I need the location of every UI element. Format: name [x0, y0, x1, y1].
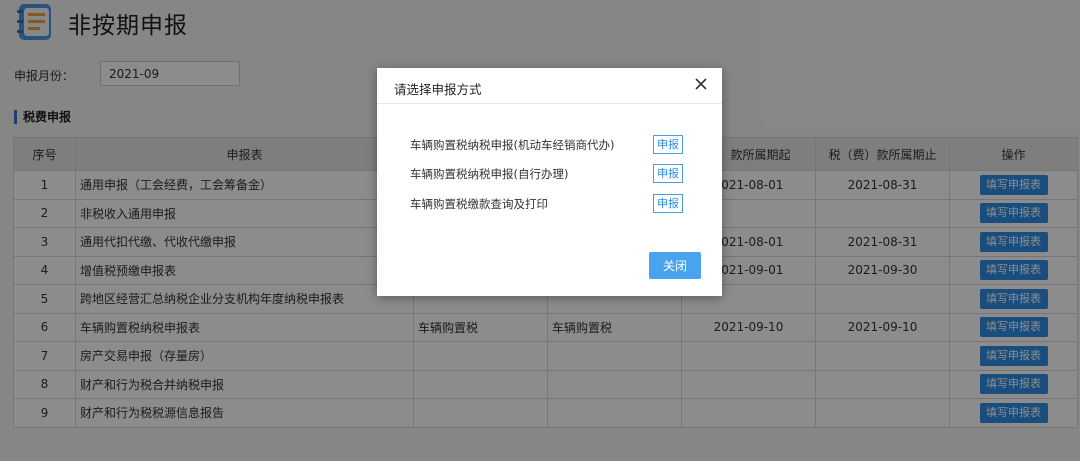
page-root: 非按期申报 申报月份： 税费申报 序号 申报表 费）款所属期起 税（费）款所属期… — [0, 0, 1080, 461]
close-icon[interactable] — [694, 77, 708, 91]
option-label-dealer: 车辆购置税纳税申报(机动车经销商代办) — [410, 138, 615, 152]
option-label-self: 车辆购置税纳税申报(自行办理) — [410, 167, 569, 181]
option-label-query-print: 车辆购置税缴款查询及打印 — [410, 197, 548, 211]
close-dialog-button[interactable]: 关闭 — [649, 252, 701, 279]
declaration-method-dialog: 请选择申报方式 车辆购置税纳税申报(机动车经销商代办) 申报 车辆购置税纳税申报… — [377, 68, 722, 296]
declare-dealer-button[interactable]: 申报 — [653, 135, 683, 154]
dialog-title: 请选择申报方式 — [394, 82, 482, 97]
dialog-divider — [377, 103, 722, 104]
declare-self-button[interactable]: 申报 — [653, 164, 683, 183]
declare-query-print-button[interactable]: 申报 — [653, 194, 683, 213]
